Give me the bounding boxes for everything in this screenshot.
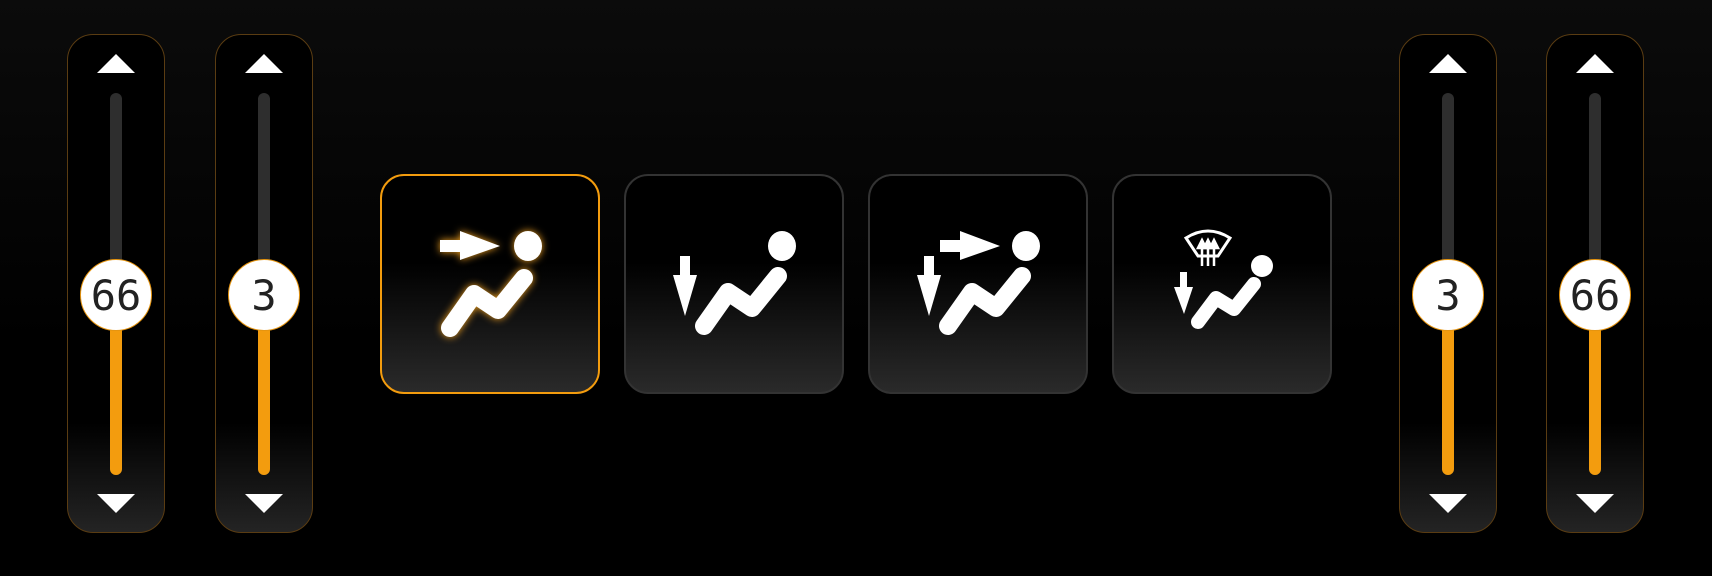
left-fan-slider[interactable]: 3 [215,34,313,533]
left-temperature-slider[interactable]: 66 [67,34,165,533]
slider-thumb[interactable]: 66 [80,259,152,332]
decrease-arrow-icon[interactable] [245,494,283,513]
mode-face-button[interactable] [380,174,600,394]
airflow-feet-icon [673,231,796,335]
increase-arrow-icon[interactable] [245,54,283,73]
decrease-arrow-icon[interactable] [97,494,135,513]
right-temperature-slider[interactable]: 66 [1546,34,1644,533]
increase-arrow-icon[interactable] [1429,54,1467,73]
slider-thumb[interactable]: 66 [1559,259,1631,332]
decrease-arrow-icon[interactable] [1429,494,1467,513]
increase-arrow-icon[interactable] [1576,54,1614,73]
airflow-defrost-feet-icon [1174,229,1273,329]
slider-thumb[interactable]: 3 [1412,259,1484,332]
right-fan-slider[interactable]: 3 [1399,34,1497,533]
slider-thumb[interactable]: 3 [228,259,300,332]
mode-feet-button[interactable] [624,174,844,394]
decrease-arrow-icon[interactable] [1576,494,1614,513]
airflow-face-feet-icon [917,231,1040,335]
airflow-face-icon [440,231,542,337]
mode-face-feet-button[interactable] [868,174,1088,394]
increase-arrow-icon[interactable] [97,54,135,73]
mode-defrost-feet-button[interactable] [1112,174,1332,394]
